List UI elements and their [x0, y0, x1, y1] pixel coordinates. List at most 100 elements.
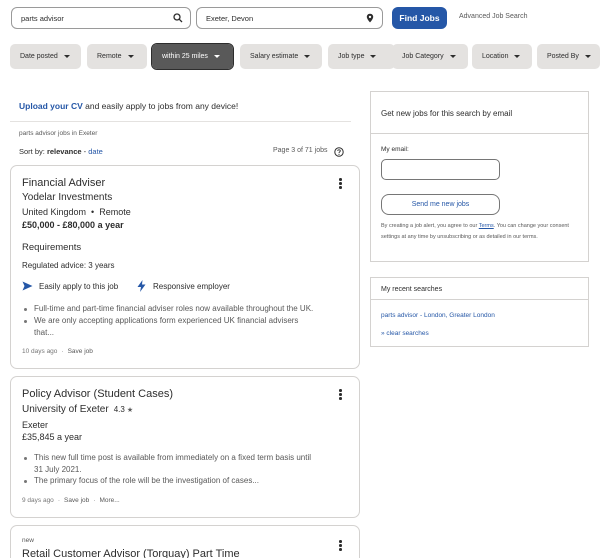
divider	[371, 133, 588, 134]
what-input[interactable]	[21, 13, 171, 24]
job-snippet: Full-time and part-time financial advise…	[34, 304, 314, 313]
filter-label: Location	[482, 53, 509, 60]
job-title[interactable]: Financial Adviser	[22, 177, 105, 189]
lightning-icon	[137, 280, 146, 292]
filter-location[interactable]: Location	[472, 44, 532, 69]
star-icon: ★	[126, 407, 134, 414]
filter-posted-by[interactable]: Posted By	[537, 44, 600, 69]
posted-date: 10 days ago	[22, 348, 58, 355]
easy-apply-label: Easily apply to this job	[39, 282, 119, 291]
upload-cv-link[interactable]: Upload your CV	[19, 101, 83, 111]
filter-job-type[interactable]: Job type	[328, 44, 395, 69]
what-field[interactable]	[11, 7, 191, 29]
filter-label: Date posted	[20, 53, 58, 60]
send-arrow-icon	[22, 281, 33, 291]
filter-label: Job type	[338, 53, 365, 60]
recent-searches-heading: My recent searches	[381, 286, 443, 293]
job-snippet: We are only accepting applications form …	[34, 316, 299, 325]
sort-label: Sort by:	[19, 147, 47, 156]
bullet	[24, 320, 27, 323]
caret-down-icon	[449, 55, 456, 58]
requirements-heading: Requirements	[22, 242, 82, 253]
filter-label: Remote	[97, 53, 122, 60]
more-options-icon[interactable]	[339, 540, 343, 552]
filter-date-posted[interactable]: Date posted	[10, 44, 81, 69]
bullet	[24, 308, 27, 311]
caret-down-icon	[63, 55, 70, 58]
remote-text: Remote	[99, 207, 131, 217]
recent-search-link[interactable]: parts advisor - London, Greater London	[381, 312, 495, 319]
company-line: University of Exeter 4.3 ★	[22, 404, 133, 415]
job-salary: £50,000 - £80,000 a year	[22, 220, 124, 230]
divider	[10, 121, 351, 122]
save-job-link[interactable]: Save job	[64, 497, 89, 504]
upload-cv-text: and easily apply to jobs from any device…	[82, 101, 239, 111]
more-link[interactable]: More...	[99, 497, 119, 504]
clear-searches-link[interactable]: » clear searches	[381, 330, 429, 337]
job-title[interactable]: Retail Customer Advisor (Torquay) Part T…	[22, 548, 240, 558]
job-snippet: This new full time post is available fro…	[34, 453, 311, 462]
filter-distance[interactable]: within 25 miles	[151, 43, 234, 70]
results-heading: parts advisor jobs in Exeter	[19, 130, 98, 137]
job-snippet: that...	[34, 328, 55, 337]
caret-down-icon	[584, 55, 591, 58]
requirement-item: Regulated advice: 3 years	[22, 261, 115, 270]
caret-down-icon	[304, 55, 311, 58]
filter-label: Salary estimate	[250, 53, 299, 60]
filter-label: Posted By	[547, 53, 579, 60]
job-card[interactable]: Financial Adviser Yodelar Investments Un…	[10, 165, 360, 369]
terms-notice: By creating a job alert, you agree to ou…	[381, 221, 581, 242]
divider	[371, 299, 588, 300]
filter-salary[interactable]: Salary estimate	[240, 44, 322, 69]
bullet	[24, 480, 27, 483]
sort-control: Sort by: relevance - date	[19, 147, 103, 156]
location-pin-icon	[366, 13, 374, 23]
search-bar: Find Jobs Advanced Job Search	[11, 7, 591, 29]
terms-text: By creating a job alert, you agree to ou…	[381, 223, 479, 229]
filter-label: within 25 miles	[162, 53, 208, 60]
job-title[interactable]: Policy Advisor (Student Cases)	[22, 388, 173, 400]
page-info: Page 3 of 71 jobs	[273, 147, 328, 154]
job-location: Exeter	[22, 420, 49, 430]
caret-down-icon	[370, 55, 377, 58]
help-icon[interactable]	[334, 147, 344, 157]
caret-down-icon	[213, 55, 220, 58]
job-card[interactable]: new Retail Customer Advisor (Torquay) Pa…	[10, 525, 360, 558]
upload-cv-banner: Upload your CV and easily apply to jobs …	[19, 101, 238, 111]
sort-date-link[interactable]: date	[88, 147, 103, 156]
caret-down-icon	[514, 55, 521, 58]
filter-label: Job Category	[402, 53, 444, 60]
job-location: United Kingdom • Remote	[22, 207, 131, 217]
location-text: United Kingdom	[22, 207, 87, 217]
search-icon	[173, 13, 183, 23]
more-options-icon[interactable]	[339, 178, 343, 190]
send-new-jobs-button[interactable]: Send me new jobs	[381, 194, 500, 215]
company-name[interactable]: University of Exeter	[22, 404, 109, 415]
job-alert-heading: Get new jobs for this search by email	[381, 109, 513, 118]
email-label: My email:	[381, 146, 409, 153]
where-input[interactable]	[206, 13, 356, 24]
job-alert-panel: Get new jobs for this search by email My…	[370, 91, 589, 262]
company-name: Yodelar Investments	[22, 192, 113, 203]
filter-bar: Date posted Remote within 25 miles Salar…	[10, 43, 600, 70]
more-options-icon[interactable]	[339, 389, 343, 401]
email-field[interactable]	[381, 159, 500, 180]
job-snippet: The primary focus of the role will be th…	[34, 476, 259, 485]
sort-relevance: relevance	[46, 147, 82, 156]
filter-job-category[interactable]: Job Category	[392, 44, 468, 69]
bullet	[24, 457, 27, 460]
posted-date: 9 days ago	[22, 497, 54, 504]
new-badge: new	[22, 537, 34, 544]
job-meta: 10 days ago · Save job	[22, 348, 93, 355]
job-salary: £35,845 a year	[22, 432, 83, 442]
job-snippet: 31 July 2021.	[34, 465, 82, 474]
find-jobs-button[interactable]: Find Jobs	[392, 7, 447, 29]
save-job-link[interactable]: Save job	[68, 348, 93, 355]
job-meta: 9 days ago · Save job · More...	[22, 497, 120, 504]
advanced-search-link[interactable]: Advanced Job Search	[459, 13, 528, 20]
caret-down-icon	[127, 55, 134, 58]
terms-link[interactable]: Terms	[479, 223, 494, 229]
where-field[interactable]	[196, 7, 383, 29]
job-card[interactable]: Policy Advisor (Student Cases) Universit…	[10, 376, 360, 518]
filter-remote[interactable]: Remote	[87, 44, 147, 69]
